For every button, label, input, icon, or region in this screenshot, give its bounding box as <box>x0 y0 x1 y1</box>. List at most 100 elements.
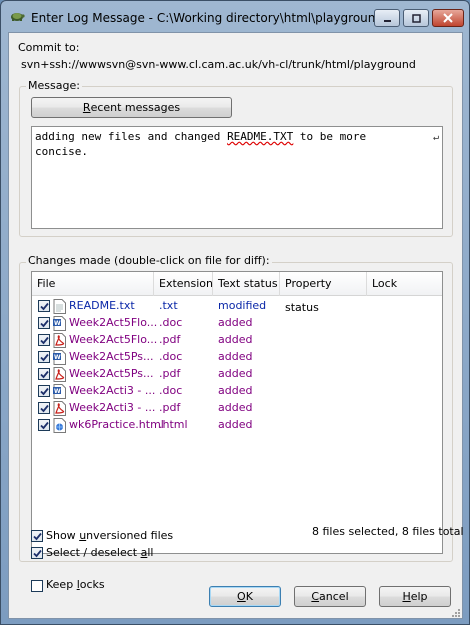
show-unversioned-pre: Show <box>46 529 80 542</box>
log-message-window: Enter Log Message - C:\Working directory… <box>0 0 470 625</box>
checkmark-icon <box>39 421 49 429</box>
checkmark-icon <box>39 336 49 344</box>
maximize-button[interactable] <box>403 9 429 27</box>
row-text-status: modified <box>218 299 267 312</box>
row-checkbox[interactable] <box>38 351 50 363</box>
show-unversioned-post: nversioned files <box>86 529 174 542</box>
row-file-name: Week2Act5Flo... <box>69 316 158 329</box>
keep-locks-checkbox[interactable] <box>31 580 43 592</box>
table-row[interactable]: README.txt .txt modified <box>32 298 442 315</box>
close-button[interactable] <box>432 9 464 27</box>
table-row[interactable]: Week2Act5Flo... .pdf added <box>32 332 442 349</box>
changes-group-label: Changes made (double-click on file for d… <box>26 254 272 267</box>
table-row[interactable]: W Week2Act5Ps... .doc added <box>32 349 442 366</box>
row-checkbox[interactable] <box>38 419 50 431</box>
help-accel: H <box>402 590 411 603</box>
table-row[interactable]: wk6Practice.html .html added <box>32 417 442 434</box>
word-doc-icon: W <box>53 316 66 331</box>
row-file-name: Week2Acti3 - ... <box>69 401 156 414</box>
row-file-name: Week2Act5Flo... <box>69 333 158 346</box>
row-checkbox[interactable] <box>38 385 50 397</box>
pdf-icon <box>53 401 66 416</box>
table-row[interactable]: Week2Act5Ps... .pdf added <box>32 366 442 383</box>
tortoise-icon <box>11 13 25 21</box>
cancel-button[interactable]: Cancel <box>294 586 366 607</box>
row-checkbox[interactable] <box>38 402 50 414</box>
column-header-text-status[interactable]: Text status <box>213 272 280 296</box>
word-wrap-icon: ↵ <box>432 132 439 143</box>
row-text-status: added <box>218 367 253 380</box>
files-summary: 8 files selected, 8 files total <box>312 525 464 538</box>
word-doc-icon: W <box>53 350 66 365</box>
message-group-label: Message: <box>26 79 82 92</box>
row-text-status: added <box>218 401 253 414</box>
cancel-accel: C <box>311 590 320 603</box>
select-all-label[interactable]: Select / deselect all <box>46 546 153 559</box>
title-bar[interactable]: Enter Log Message - C:\Working directory… <box>1 1 469 31</box>
column-header-extension[interactable]: Extension <box>154 272 213 296</box>
row-extension: .doc <box>159 350 183 363</box>
row-text-status: added <box>218 316 253 329</box>
ok-label-post: K <box>245 590 253 603</box>
select-all-pre: Select / deselect <box>46 546 141 559</box>
keep-locks-label[interactable]: Keep locks <box>46 578 105 591</box>
row-extension: .pdf <box>159 333 181 346</box>
recent-messages-accel: R <box>82 101 91 114</box>
message-text-line2: concise. <box>35 145 88 158</box>
show-unversioned-checkbox[interactable] <box>31 530 43 542</box>
column-header-file[interactable]: File <box>32 272 154 296</box>
table-row[interactable]: Week2Acti3 - ... .pdf added <box>32 400 442 417</box>
ok-accel: O <box>237 590 246 603</box>
checkmark-icon <box>39 302 49 310</box>
checkmark-icon <box>39 319 49 327</box>
help-button[interactable]: Help <box>379 586 451 607</box>
ok-button[interactable]: OK <box>209 586 281 607</box>
row-checkbox[interactable] <box>38 317 50 329</box>
checkmark-icon <box>39 387 49 395</box>
close-icon <box>443 13 453 23</box>
row-extension: .pdf <box>159 401 181 414</box>
recent-messages-label-post: ecent messages <box>90 101 181 114</box>
checkmark-icon <box>32 549 42 557</box>
word-doc-icon: W <box>53 384 66 399</box>
row-file-name: README.txt <box>69 299 135 312</box>
minimize-button[interactable] <box>374 9 400 27</box>
pdf-icon <box>53 333 66 348</box>
maximize-icon <box>411 13 421 23</box>
message-text-part1: adding new files and changed <box>35 130 228 143</box>
row-file-name: Week2Act5Ps... <box>69 367 154 380</box>
checkmark-icon <box>39 370 49 378</box>
select-all-checkbox[interactable] <box>31 547 43 559</box>
checkmark-icon <box>39 353 49 361</box>
checkmark-icon <box>39 404 49 412</box>
pdf-icon <box>53 367 66 382</box>
row-checkbox[interactable] <box>38 368 50 380</box>
table-row[interactable]: W Week2Acti3 - ... .doc added <box>32 383 442 400</box>
cancel-label-post: ancel <box>319 590 349 603</box>
message-textarea[interactable]: adding new files and changed README.TXT … <box>31 126 443 229</box>
row-extension: .html <box>159 418 188 431</box>
column-header-property-status[interactable]: Property status <box>280 272 367 314</box>
row-checkbox[interactable] <box>38 334 50 346</box>
dialog-client: Commit to: svn+ssh://wwwsvn@svn-www.cl.c… <box>8 32 464 619</box>
minimize-icon <box>383 19 391 22</box>
show-unversioned-label[interactable]: Show unversioned files <box>46 529 173 542</box>
row-extension: .doc <box>159 316 183 329</box>
row-text-status: added <box>218 350 253 363</box>
recent-messages-button[interactable]: Recent messages <box>31 97 232 118</box>
select-all-post: ll <box>147 546 154 559</box>
commit-url: svn+ssh://wwwsvn@svn-www.cl.cam.ac.uk/vh… <box>21 58 416 71</box>
resize-grip-icon[interactable] <box>450 607 461 618</box>
changes-list[interactable]: File Extension Text status Property stat… <box>31 271 443 554</box>
row-file-name: wk6Practice.html <box>69 418 164 431</box>
table-row[interactable]: W Week2Act5Flo... .doc added <box>32 315 442 332</box>
row-text-status: added <box>218 384 253 397</box>
svg-text:W: W <box>54 320 61 327</box>
html-file-icon <box>53 418 66 433</box>
row-extension: .txt <box>159 299 178 312</box>
row-checkbox[interactable] <box>38 300 50 312</box>
svg-text:W: W <box>54 388 61 395</box>
column-header-lock[interactable]: Lock <box>367 272 442 296</box>
list-header: File Extension Text status Property stat… <box>32 272 442 314</box>
checkmark-icon <box>32 532 42 540</box>
